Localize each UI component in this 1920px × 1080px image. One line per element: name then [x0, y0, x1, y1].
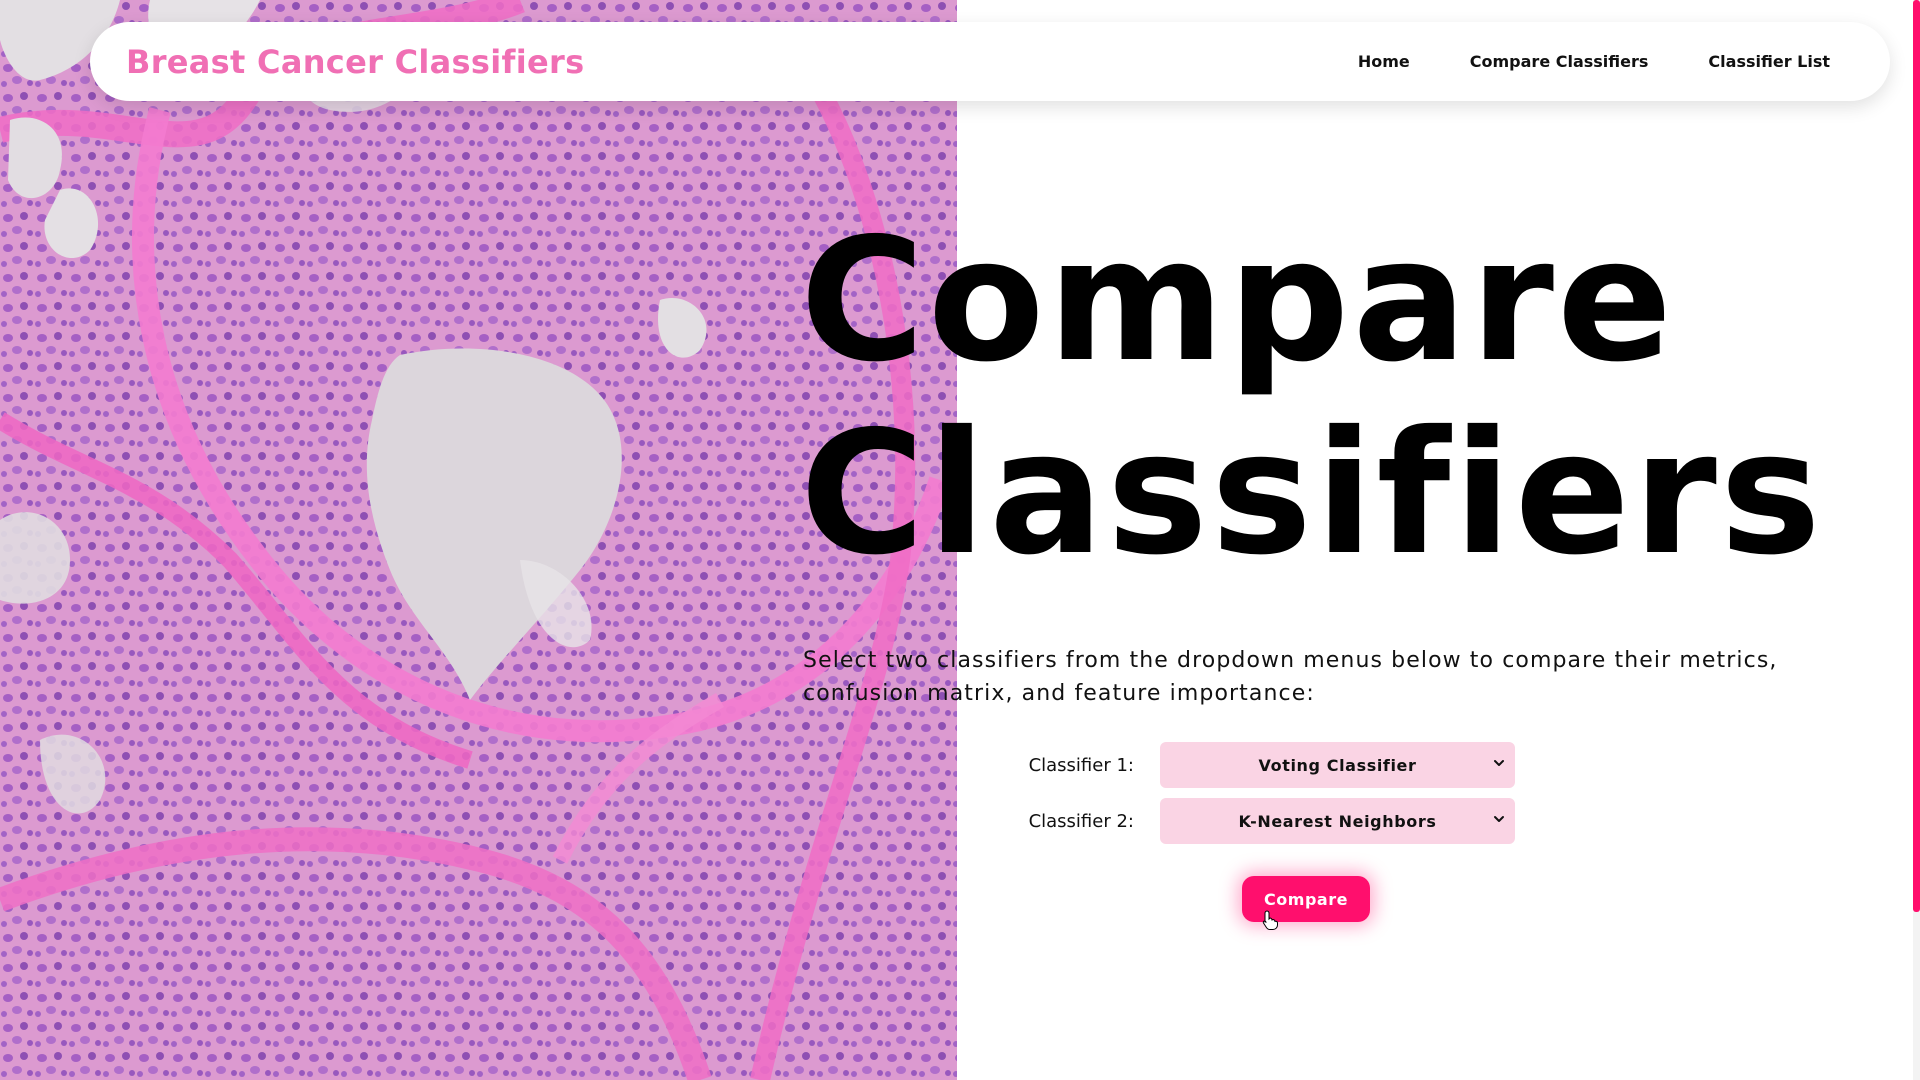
nav-link-compare-classifiers[interactable]: Compare Classifiers: [1470, 52, 1649, 71]
chevron-down-icon: [1494, 760, 1504, 766]
classifier-2-selected-value: K-Nearest Neighbors: [1238, 811, 1437, 831]
brand-logo-link[interactable]: Breast Cancer Classifiers: [126, 43, 584, 81]
classifier-2-row: Classifier 2: K-Nearest Neighbors: [1000, 798, 1540, 844]
hand-pointer-icon: [1262, 910, 1278, 930]
classifier-2-select[interactable]: K-Nearest Neighbors: [1160, 798, 1515, 844]
page-title-line-1: Compare: [800, 202, 1676, 400]
page: Breast Cancer Classifiers Home Compare C…: [0, 0, 1920, 1080]
nav-link-home[interactable]: Home: [1358, 52, 1410, 71]
nav-links: Home Compare Classifiers Classifier List: [1358, 52, 1830, 71]
page-title-line-2: Classifiers: [800, 395, 1824, 593]
classifier-1-selected-value: Voting Classifier: [1258, 755, 1417, 775]
classifier-2-label: Classifier 2:: [1028, 810, 1134, 832]
chevron-down-icon: [1494, 816, 1504, 822]
scrollbar-thumb[interactable]: [1913, 0, 1920, 912]
nav-link-classifier-list[interactable]: Classifier List: [1708, 52, 1830, 71]
page-description: Select two classifiers from the dropdown…: [803, 648, 1778, 706]
classifier-1-label: Classifier 1:: [1028, 754, 1134, 776]
classifier-1-select[interactable]: Voting Classifier: [1160, 742, 1515, 788]
classifier-1-row: Classifier 1: Voting Classifier: [1000, 742, 1540, 788]
page-title: Compare Classifiers: [800, 205, 1880, 591]
navbar: Breast Cancer Classifiers Home Compare C…: [90, 22, 1890, 101]
